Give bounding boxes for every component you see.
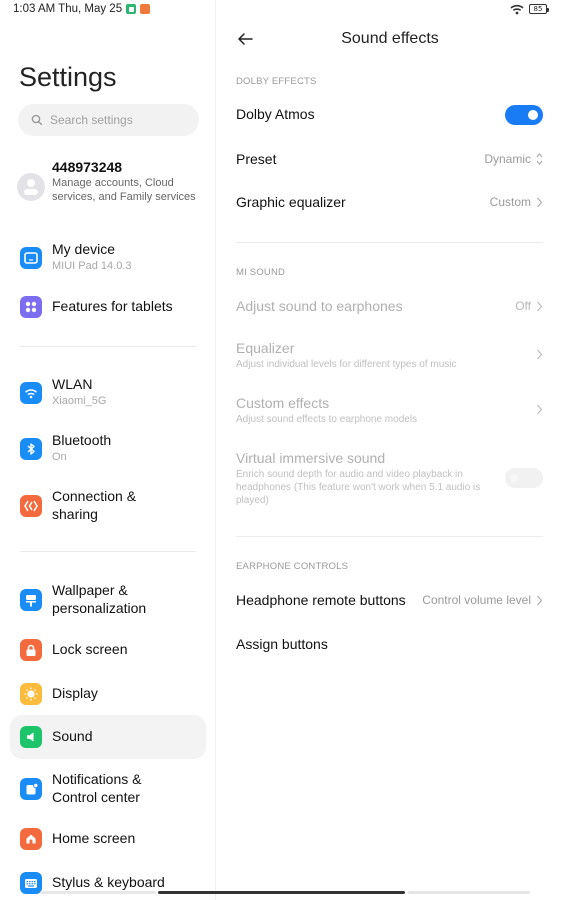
chevron-right-icon	[537, 404, 543, 415]
equalizer-row[interactable]: Equalizer Adjust individual levels for d…	[236, 340, 543, 372]
sidebar-item-sub: On	[52, 450, 67, 463]
sidebar-item-home-screen[interactable]: Home screen	[10, 825, 206, 853]
row-sub: Enrich sound depth for audio and video p…	[236, 469, 481, 506]
preset-value: Dynamic	[484, 152, 531, 166]
grid-icon	[20, 296, 42, 318]
section-divider	[236, 242, 543, 243]
search-placeholder: Search settings	[50, 113, 133, 127]
settings-title: Settings	[19, 62, 117, 92]
row-label: Custom effects	[236, 395, 330, 411]
dolby-atmos-toggle[interactable]	[505, 105, 543, 125]
up-down-chevron-icon	[536, 153, 543, 165]
section-header-dolby: DOLBY EFFECTS	[236, 76, 317, 87]
nav-track	[40, 891, 156, 894]
sidebar-divider	[20, 551, 196, 552]
section-header-earphone-controls: EARPHONE CONTROLS	[236, 561, 349, 572]
sidebar-item-label: Stylus & keyboard	[52, 874, 165, 890]
section-header-mi-sound: MI SOUND	[236, 267, 286, 278]
virtual-immersive-sound-row[interactable]: Virtual immersive sound Enrich sound dep…	[236, 450, 543, 510]
lock-icon	[20, 639, 42, 661]
row-label: Virtual immersive sound	[236, 450, 386, 466]
sidebar-item-label: Sound	[52, 728, 93, 744]
graphic-equalizer-value: Custom	[489, 195, 531, 209]
chevron-right-icon	[537, 595, 543, 606]
home-icon	[20, 828, 42, 850]
headphone-remote-buttons-row[interactable]: Headphone remote buttons Control volume …	[236, 592, 543, 612]
search-input[interactable]: Search settings	[18, 104, 199, 136]
wallpaper-icon	[20, 589, 42, 611]
sidebar-item-label: WLAN	[52, 376, 93, 392]
row-label: Equalizer	[236, 340, 295, 356]
adjust-sound-earphones-row[interactable]: Adjust sound to earphones Off	[236, 298, 543, 318]
sidebar-item-label: Display	[52, 685, 98, 701]
chevron-right-icon	[537, 197, 543, 208]
settings-sidebar: Settings Search settings 448973248 Manag…	[0, 0, 216, 900]
speaker-icon	[20, 726, 42, 748]
chevron-right-icon	[537, 349, 543, 360]
page-title: Sound effects	[341, 30, 439, 47]
gesture-navigation-bar[interactable]	[158, 891, 405, 894]
headphone-remote-value: Control volume level	[422, 593, 531, 607]
sidebar-item-features-for-tablets[interactable]: Features for tablets	[10, 293, 206, 321]
device-icon	[20, 247, 42, 269]
sidebar-item-label: Notifications & Control center	[52, 771, 142, 805]
avatar	[17, 173, 45, 201]
sidebar-item-display[interactable]: Display	[10, 680, 206, 708]
connection-icon	[20, 495, 42, 517]
search-icon	[31, 114, 43, 126]
sound-effects-pane: Sound effects DOLBY EFFECTS Dolby Atmos …	[217, 0, 563, 900]
sidebar-item-my-device[interactable]: My device MIUI Pad 14.0.3	[10, 240, 206, 276]
dolby-atmos-row[interactable]: Dolby Atmos	[236, 105, 543, 126]
section-divider	[236, 536, 543, 537]
sidebar-item-sound[interactable]: Sound	[10, 715, 206, 759]
sidebar-item-label: Features for tablets	[52, 298, 173, 314]
account-id: 448973248	[52, 159, 123, 175]
sidebar-item-connection-sharing[interactable]: Connection & sharing	[10, 487, 206, 525]
sidebar-item-lock-screen[interactable]: Lock screen	[10, 636, 206, 664]
preset-row[interactable]: Preset Dynamic	[236, 151, 543, 171]
bluetooth-icon	[20, 438, 42, 460]
virtual-immersive-toggle[interactable]	[505, 468, 543, 488]
nav-track	[408, 891, 530, 894]
sidebar-item-wallpaper[interactable]: Wallpaper & personalization	[10, 581, 206, 619]
sidebar-item-sub: Xiaomi_5G	[52, 394, 107, 407]
sidebar-item-sub: MIUI Pad 14.0.3	[52, 259, 132, 272]
chevron-right-icon	[537, 301, 543, 312]
sidebar-item-label: Bluetooth	[52, 432, 112, 448]
sidebar-item-wlan[interactable]: WLAN Xiaomi_5G	[10, 375, 206, 411]
keyboard-icon	[20, 872, 42, 894]
adjust-sound-value: Off	[515, 299, 531, 313]
sidebar-item-label: My device	[52, 241, 116, 257]
sidebar-item-notifications[interactable]: Notifications & Control center	[10, 770, 206, 808]
row-sub: Adjust individual levels for different t…	[236, 359, 457, 370]
sidebar-item-bluetooth[interactable]: Bluetooth On	[10, 431, 206, 467]
row-label: Dolby Atmos	[236, 106, 315, 122]
notification-icon	[20, 778, 42, 800]
sidebar-divider	[20, 346, 196, 347]
sidebar-item-label: Lock screen	[52, 641, 128, 657]
row-sub: Adjust sound effects to earphone models	[236, 414, 418, 425]
row-label: Adjust sound to earphones	[236, 298, 403, 314]
custom-effects-row[interactable]: Custom effects Adjust sound effects to e…	[236, 395, 543, 427]
sidebar-item-label: Home screen	[52, 830, 136, 846]
sidebar-item-label: Wallpaper & personalization	[52, 582, 147, 616]
assign-buttons-row[interactable]: Assign buttons	[236, 636, 543, 656]
sun-icon	[20, 683, 42, 705]
sidebar-item-label: Connection & sharing	[52, 488, 137, 522]
row-label: Assign buttons	[236, 636, 328, 652]
graphic-equalizer-row[interactable]: Graphic equalizer Custom	[236, 194, 543, 214]
account-subtitle: Manage accounts, Cloud services, and Fam…	[52, 177, 196, 203]
wifi-icon	[20, 382, 42, 404]
